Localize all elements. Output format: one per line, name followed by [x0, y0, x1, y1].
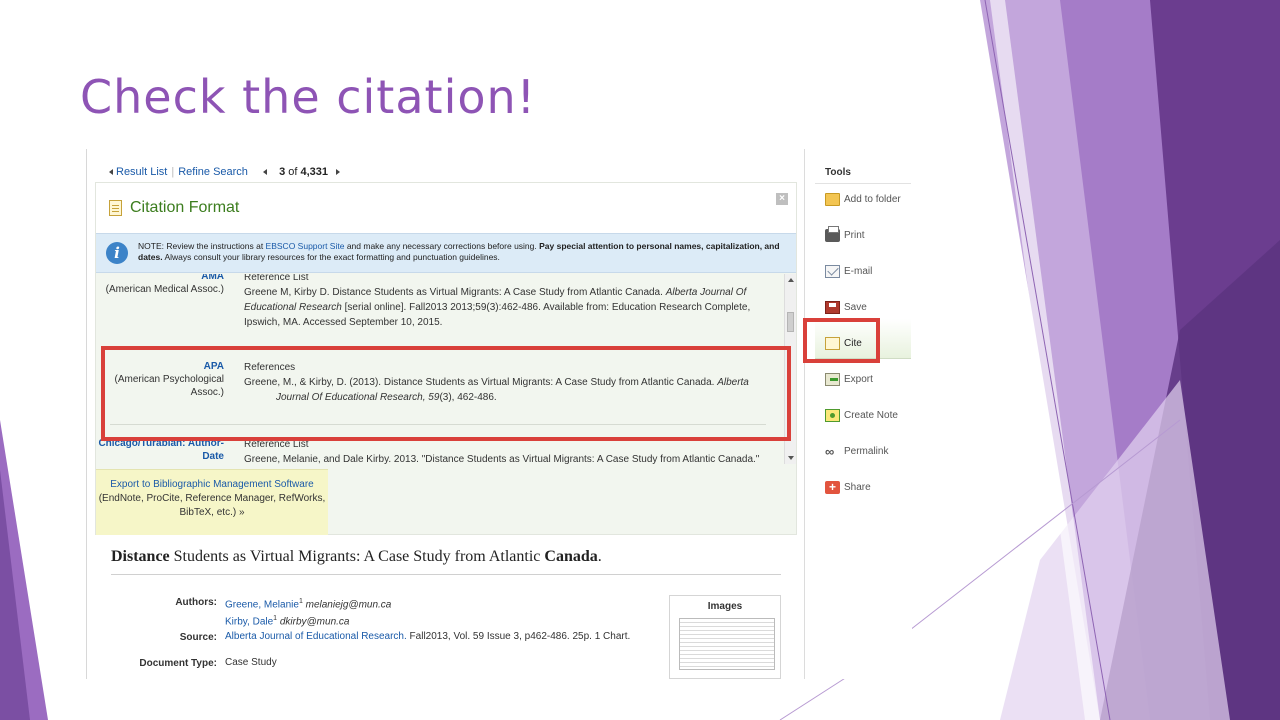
notice-middle: and make any necessary corrections befor…: [344, 241, 540, 251]
export-bibliographic-box: Export to Bibliographic Management Softw…: [96, 469, 328, 535]
article-title: Distance Students as Virtual Migrants: A…: [111, 548, 781, 575]
next-result-icon[interactable]: [336, 169, 341, 176]
tool-label: Share: [844, 482, 871, 493]
notice-prefix: NOTE: Review the instructions at: [138, 241, 266, 251]
citation-style-abbr[interactable]: AMA: [96, 274, 224, 283]
email-icon: [825, 265, 840, 278]
citation-text-a: Greene, Melanie, and Dale Kirby. 2013. "…: [244, 454, 760, 464]
pager: 3 of 4,331: [279, 166, 328, 178]
left-decor-shape-dark: [0, 470, 30, 720]
doctype-label: Document Type:: [139, 658, 217, 669]
folder-icon: [825, 193, 840, 206]
result-navigation: Result List | Refine Search 3 of 4,331: [109, 166, 341, 179]
export-software-detail[interactable]: (EndNote, ProCite, Reference Manager, Re…: [99, 493, 326, 518]
tool-label: E-mail: [844, 266, 873, 277]
previous-result-icon[interactable]: [263, 169, 267, 176]
title-bold-2: Canada: [544, 548, 598, 565]
tool-export[interactable]: Export: [825, 371, 911, 391]
share-icon: +: [825, 481, 840, 494]
panel-title: Citation Format: [130, 199, 240, 216]
left-decor-shape: [0, 420, 48, 720]
doctype-value: Case Study: [225, 657, 277, 668]
tools-sidebar: Tools Add to folder Print E-mail Save Ci…: [804, 149, 912, 679]
back-arrow-icon: [109, 169, 113, 176]
right-decor-stripe: [990, 0, 1100, 720]
authors-value: Greene, Melanie1 melaniejg@mun.ca Kirby,…: [225, 595, 391, 630]
title-end: .: [597, 548, 602, 565]
tools-title: Tools: [825, 167, 851, 178]
source-label: Source:: [179, 632, 217, 643]
tool-label: Save: [844, 302, 867, 313]
tool-label: Export: [844, 374, 873, 385]
right-decor-shape-pale: [1000, 380, 1230, 720]
scroll-down-icon[interactable]: [788, 456, 794, 460]
image-thumbnail[interactable]: [679, 618, 775, 670]
author-link[interactable]: Kirby, Dale: [225, 617, 273, 628]
save-icon: [825, 301, 840, 314]
authors-label: Authors:: [175, 597, 217, 608]
close-icon[interactable]: ×: [776, 193, 788, 205]
images-title: Images: [707, 601, 743, 612]
author-affiliation: 1: [298, 598, 303, 605]
tool-email[interactable]: E-mail: [825, 263, 911, 283]
document-icon: [109, 200, 122, 216]
apa-highlight-box: [101, 346, 791, 441]
citation-text: Reference List Greene, Melanie, and Dale…: [244, 437, 764, 464]
right-decor-line-2: [909, 419, 1181, 631]
tool-label: Print: [844, 230, 865, 241]
tool-label: Permalink: [844, 446, 889, 457]
tool-permalink[interactable]: ∞ Permalink: [825, 443, 911, 463]
tool-create-note[interactable]: Create Note: [825, 407, 911, 427]
scroll-thumb[interactable]: [787, 312, 794, 332]
citation-text-a: Greene M, Kirby D. Distance Students as …: [244, 287, 666, 298]
right-decor-shape-mid: [1060, 0, 1280, 720]
title-bold-1: Distance: [111, 548, 170, 565]
tool-share[interactable]: + Share: [825, 479, 911, 499]
support-site-link[interactable]: EBSCO Support Site: [266, 241, 345, 251]
cite-highlight-box: [803, 318, 880, 363]
notice-banner: i NOTE: Review the instructions at EBSCO…: [96, 233, 796, 273]
author-affiliation: 1: [273, 615, 278, 623]
journal-link[interactable]: Alberta Journal of Educational Research.: [225, 631, 407, 642]
info-icon: i: [106, 242, 128, 264]
right-decor-shape-light: [980, 0, 1280, 720]
author-email: dkirby@mun.ca: [279, 616, 350, 628]
printer-icon: [825, 226, 840, 242]
source-value: Alberta Journal of Educational Research.…: [225, 630, 630, 644]
tool-print[interactable]: Print: [825, 226, 911, 247]
author-link[interactable]: Greene, Melanie: [225, 599, 299, 610]
citation-style-full: (American Medical Assoc.): [105, 284, 224, 295]
refine-search-link[interactable]: Refine Search: [178, 166, 248, 178]
note-icon: [825, 409, 840, 422]
source-detail: Fall2013, Vol. 59 Issue 3, p462-486. 25p…: [406, 631, 631, 642]
tool-add-to-folder[interactable]: Add to folder: [825, 191, 911, 211]
bottom-decor-line: [779, 674, 851, 720]
author-email: melaniejg@mun.ca: [305, 599, 392, 611]
result-list-link[interactable]: Result List: [116, 166, 167, 178]
citation-style-name: AMA (American Medical Assoc.): [96, 274, 224, 296]
tools-divider: [815, 183, 911, 184]
pager-of: of: [288, 166, 298, 179]
link-icon: ∞: [825, 444, 835, 459]
panel-header: Citation Format ×: [96, 183, 796, 233]
tool-label: Add to folder: [844, 194, 901, 205]
images-box: Images: [669, 595, 781, 679]
citation-text: Reference List Greene M, Kirby D. Distan…: [244, 274, 764, 330]
nav-separator: |: [171, 166, 175, 179]
pager-current: 3: [279, 166, 286, 179]
right-decor-shape-deep: [1100, 240, 1280, 720]
export-icon: [825, 373, 840, 386]
right-decor-line: [984, 0, 1111, 720]
right-decor-shape-dark: [1150, 0, 1280, 720]
notice-suffix: Always consult your library resources fo…: [162, 252, 500, 262]
notice-text: NOTE: Review the instructions at EBSCO S…: [138, 241, 788, 263]
title-mid: Students as Virtual Migrants: A Case Stu…: [169, 548, 545, 565]
export-software-link[interactable]: Export to Bibliographic Management Softw…: [96, 478, 328, 492]
scroll-up-icon[interactable]: [788, 278, 794, 282]
pager-total: 4,331: [300, 166, 329, 179]
tool-save[interactable]: Save: [825, 299, 911, 319]
tool-label: Create Note: [844, 410, 898, 421]
citation-heading: Reference List: [244, 274, 309, 283]
slide-title: Check the citation!: [80, 70, 537, 124]
